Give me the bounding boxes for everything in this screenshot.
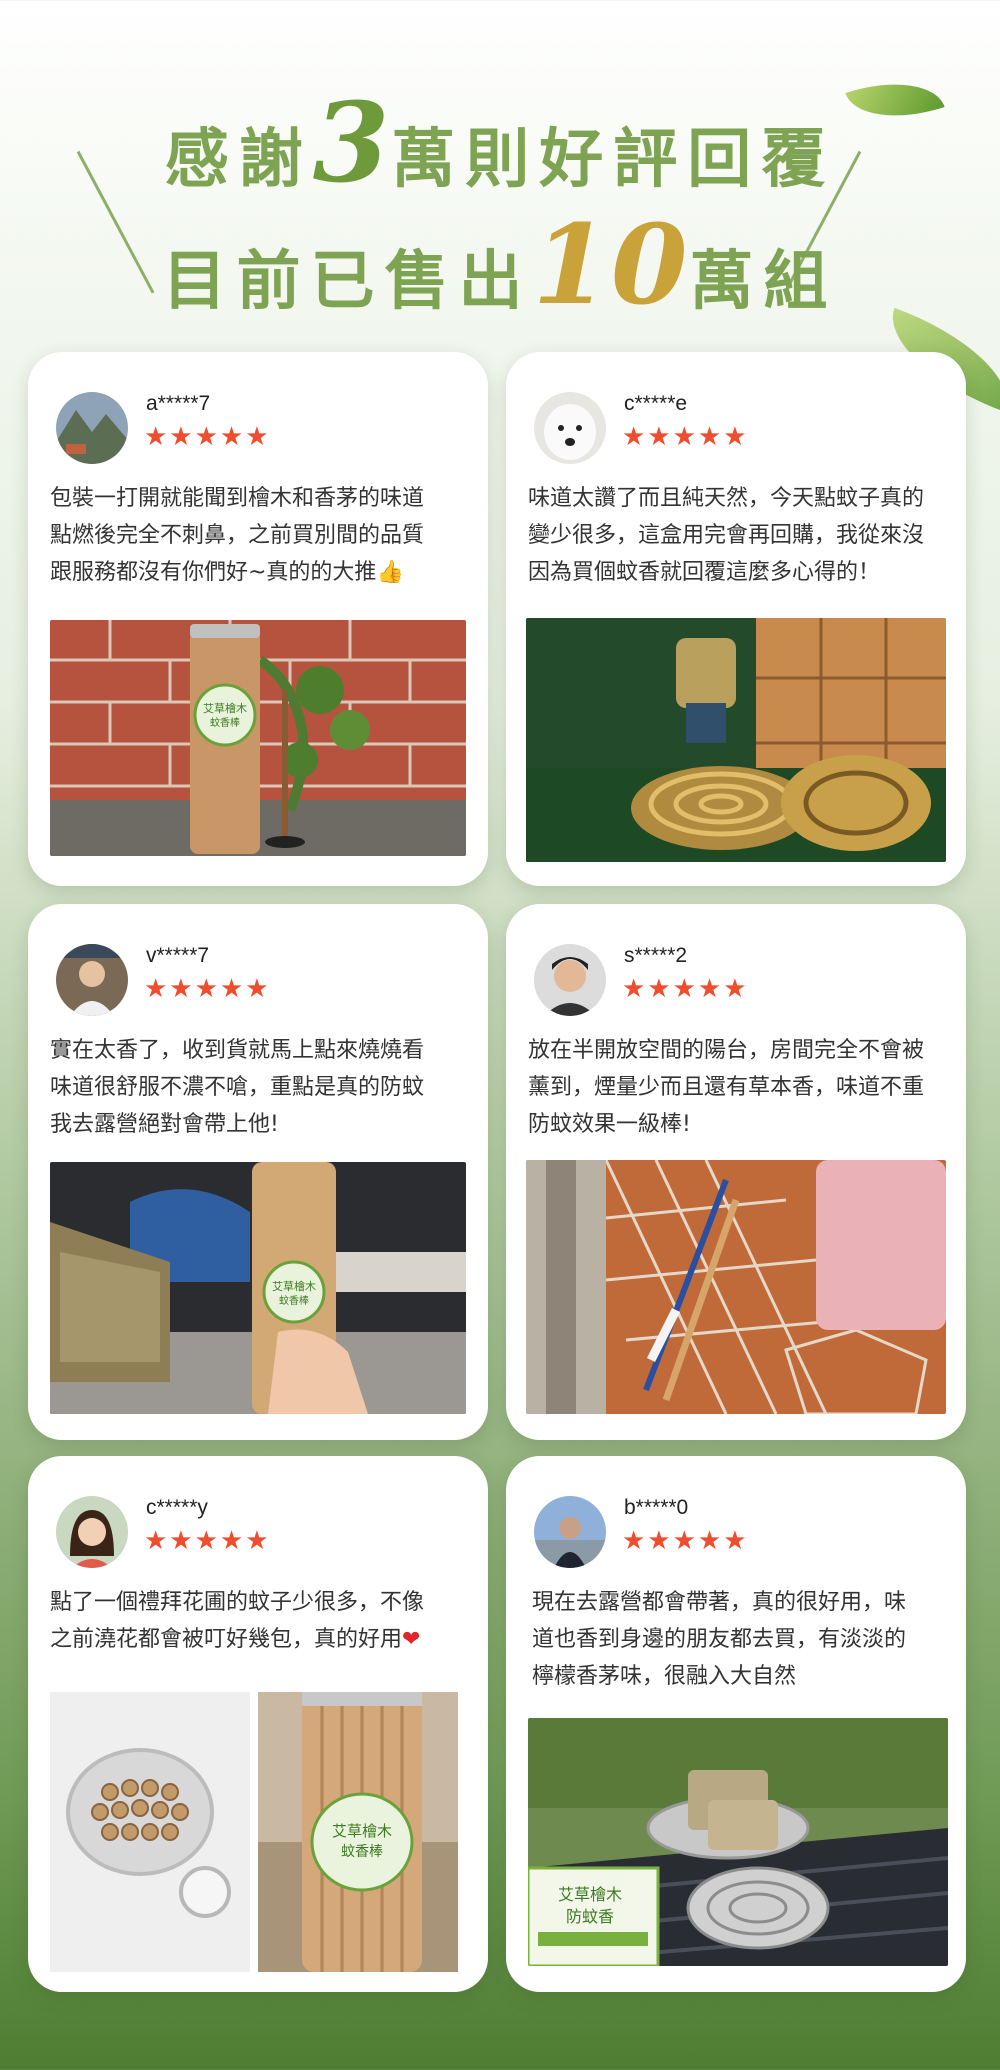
headline-line-2: 目前已售出10萬組: [0, 210, 1000, 320]
review-text: 點了一個禮拜花圃的蚊子少很多，不像 之前澆花都會被叮好幾包，真的好用❤: [50, 1584, 474, 1658]
review-line: 之前澆花都會被叮好幾包，真的好用❤: [50, 1621, 474, 1658]
product-label-line1: 艾草檜木: [272, 1279, 316, 1293]
review-line: 味道太讚了而且純天然，今天點蚊子真的: [528, 486, 925, 511]
headline-number: 3: [312, 78, 392, 207]
review-text: 現在去露營都會帶著，真的很好用，味 道也香到身邊的朋友都去買，有淡淡的 檸檬香茅…: [532, 1584, 952, 1695]
product-box-line2: 防蚊香: [566, 1907, 614, 1926]
review-line: 薰到，煙量少而且還有草本香，味道不重: [528, 1075, 925, 1100]
review-line: 味道很舒服不濃不嗆，重點是真的防蚊: [50, 1075, 425, 1100]
review-photo: [50, 1692, 250, 1972]
review-line: 點燃後完全不刺鼻，之前買別間的品質: [50, 523, 425, 548]
review-line: 包裝一打開就能聞到檜木和香茅的味道: [50, 486, 425, 511]
review-photo: [526, 618, 946, 862]
review-line: 放在半開放空間的陽台，房間完全不會被: [528, 1038, 925, 1063]
review-line: 我去露營絕對會帶上他!: [50, 1112, 279, 1137]
reviewer-name: c*****e: [624, 392, 688, 415]
reviewer-name: c*****y: [146, 1496, 208, 1519]
review-text: 放在半開放空間的陽台，房間完全不會被 薰到，煙量少而且還有草本香，味道不重 防蚊…: [528, 1032, 952, 1143]
review-line: 防蚊效果一級棒!: [528, 1112, 691, 1137]
star-rating: ★★★★★: [144, 1526, 271, 1556]
reviewer-name: v*****7: [146, 944, 210, 967]
product-label-line1: 艾草檜木: [203, 701, 247, 715]
review-line: 因為買個蚊香就回覆這麼多心得的！: [528, 560, 881, 585]
avatar: [534, 944, 606, 1016]
headline-line-1: 感謝3萬則好評回覆: [0, 88, 1000, 198]
review-line-text: 之前澆花都會被叮好幾包，真的好用: [50, 1627, 403, 1652]
product-box-line1: 艾草檜木: [558, 1885, 622, 1904]
thumbs-up-icon: 👍: [376, 560, 404, 585]
reviewer-name: b*****0: [624, 1496, 689, 1519]
review-photo: 艾草檜木 蚊香棒: [50, 1162, 466, 1414]
star-rating: ★★★★★: [622, 422, 749, 452]
review-line: 檸檬香茅味，很融入大自然: [532, 1664, 797, 1689]
header-banner: 感謝3萬則好評回覆 目前已售出10萬組: [0, 0, 1000, 413]
headline-text: 萬組: [689, 244, 838, 319]
review-card: v*****7 ★★★★★ 實在太香了，收到貨就馬上點來燒燒看 味道很舒服不濃不…: [28, 904, 488, 1440]
review-photo: 艾草檜木 蚊香棒: [50, 620, 466, 856]
review-line: 跟服務都沒有你們好~真的的大推👍: [50, 554, 474, 591]
avatar: [534, 1496, 606, 1568]
review-line-text: 跟服務都沒有你們好~真的的大推: [50, 560, 377, 585]
avatar: [56, 944, 128, 1016]
headline-text: 萬則好評回覆: [391, 122, 836, 197]
review-line: 現在去露營都會帶著，真的很好用，味: [532, 1590, 907, 1615]
reviewer-name: a*****7: [146, 392, 211, 415]
review-line: 道也香到身邊的朋友都去買，有淡淡的: [532, 1627, 907, 1652]
review-card: c*****e ★★★★★ 味道太讚了而且純天然，今天點蚊子真的 變少很多，這盒…: [506, 352, 966, 886]
product-label-line2: 蚊香棒: [341, 1844, 383, 1860]
product-label-line2: 蚊香棒: [279, 1294, 309, 1307]
headline-text: 目前已售出: [162, 244, 533, 319]
review-line: 實在太香了，收到貨就馬上點來燒燒看: [50, 1038, 425, 1063]
review-text: 味道太讚了而且純天然，今天點蚊子真的 變少很多，這盒用完會再回購，我從來沒 因為…: [528, 480, 952, 591]
star-rating: ★★★★★: [622, 1526, 749, 1556]
reviewer-name: s*****2: [624, 944, 688, 967]
heart-icon: ❤: [402, 1627, 421, 1652]
review-line: 點了一個禮拜花圃的蚊子少很多，不像: [50, 1590, 425, 1615]
review-text: 實在太香了，收到貨就馬上點來燒燒看 味道很舒服不濃不嗆，重點是真的防蚊 我去露營…: [50, 1032, 474, 1143]
review-photo: 艾草檜木 防蚊香: [528, 1718, 948, 1966]
headline-text: 感謝: [164, 122, 313, 197]
headline-number: 10: [532, 200, 690, 329]
review-card: a*****7 ★★★★★ 包裝一打開就能聞到檜木和香茅的味道 點燃後完全不刺鼻…: [28, 352, 488, 886]
star-rating: ★★★★★: [622, 974, 749, 1004]
avatar: [56, 1496, 128, 1568]
product-label-line1: 艾草檜木: [332, 1822, 392, 1840]
review-card: s*****2 ★★★★★ 放在半開放空間的陽台，房間完全不會被 薰到，煙量少而…: [506, 904, 966, 1440]
review-photo: 艾草檜木 蚊香棒: [258, 1692, 458, 1972]
review-text: 包裝一打開就能聞到檜木和香茅的味道 點燃後完全不刺鼻，之前買別間的品質 跟服務都…: [50, 480, 474, 591]
avatar: [534, 392, 606, 464]
avatar: [56, 392, 128, 464]
star-rating: ★★★★★: [144, 422, 271, 452]
review-photo: [526, 1160, 946, 1414]
star-rating: ★★★★★: [144, 974, 271, 1004]
review-card: b*****0 ★★★★★ 現在去露營都會帶著，真的很好用，味 道也香到身邊的朋…: [506, 1456, 966, 1992]
review-line: 變少很多，這盒用完會再回購，我從來沒: [528, 523, 925, 548]
review-card: c*****y ★★★★★ 點了一個禮拜花圃的蚊子少很多，不像 之前澆花都會被叮…: [28, 1456, 488, 1992]
product-label-line2: 蚊香棒: [210, 716, 240, 729]
